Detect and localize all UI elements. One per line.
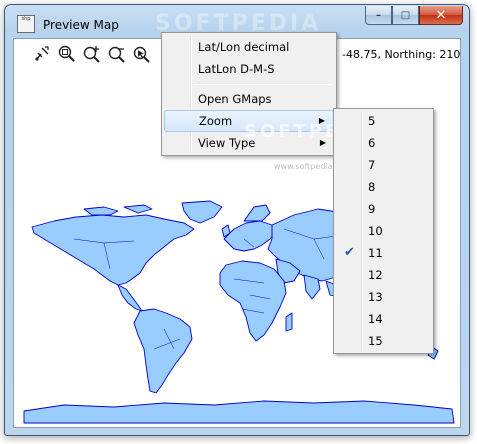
zoom-item-label: 7 (368, 158, 376, 172)
zoom-item-label: 12 (368, 268, 383, 282)
app-icon-text: shp (21, 16, 31, 22)
menu-item-label: View Type (198, 136, 256, 150)
zoom-item-label: 14 (368, 312, 383, 326)
land-north-america (31, 214, 195, 286)
land-south-america (133, 308, 193, 394)
menu-item-label: Zoom (199, 114, 233, 128)
land-arctic-islands (83, 206, 119, 216)
zoom-out-icon[interactable] (106, 43, 128, 65)
land-india (303, 274, 321, 300)
menu-item-label: Open GMaps (198, 92, 272, 106)
close-button[interactable]: ✕ (419, 6, 463, 25)
zoom-item-label: 6 (368, 136, 376, 150)
land-madagascar (285, 312, 293, 332)
close-icon: ✕ (435, 7, 447, 23)
zoom-item-label: 5 (368, 114, 376, 128)
zoom-extent-icon[interactable] (56, 43, 78, 65)
coordinate-readout: -48.75, Northing: 210.5 (342, 48, 461, 61)
zoom-item-12[interactable]: 12 (336, 264, 431, 286)
menu-item-open-gmaps[interactable]: Open GMaps (164, 88, 334, 110)
zoom-item-15[interactable]: 15 (336, 330, 431, 352)
minimize-button[interactable]: – (365, 6, 392, 25)
zoom-in-icon[interactable] (81, 43, 103, 65)
submenu-arrow-icon: ▶ (319, 138, 326, 147)
app-icon[interactable]: shp (17, 15, 35, 33)
select-icon[interactable] (131, 43, 153, 65)
zoom-item-11[interactable]: ✔ 11 (336, 242, 431, 264)
zoom-item-label: 11 (368, 246, 383, 260)
maximize-icon: □ (400, 9, 411, 21)
checkmark-icon: ✔ (344, 245, 355, 260)
zoom-item-13[interactable]: 13 (336, 286, 431, 308)
pan-icon[interactable] (31, 43, 53, 65)
zoom-item-label: 13 (368, 290, 383, 304)
land-central-america (117, 284, 143, 312)
land-africa (219, 260, 287, 342)
menu-separator (194, 84, 332, 85)
window-title: Preview Map (43, 18, 119, 32)
minimize-icon: – (376, 9, 381, 21)
menu-item-view-type[interactable]: View Type ▶ (164, 132, 334, 154)
menu-item-label: Lat/Lon decimal (198, 40, 290, 54)
land-antarctica (23, 400, 455, 424)
zoom-item-label: 8 (368, 180, 376, 194)
zoom-item-label: 9 (368, 202, 376, 216)
zoom-item-7[interactable]: 7 (336, 154, 431, 176)
zoom-item-label: 15 (368, 334, 383, 348)
zoom-item-5[interactable]: 5 (336, 110, 431, 132)
land-greenland (181, 200, 223, 224)
zoom-item-10[interactable]: 10 (336, 220, 431, 242)
zoom-item-8[interactable]: 8 (336, 176, 431, 198)
maximize-button[interactable]: □ (392, 6, 419, 25)
land-europe (223, 220, 277, 252)
zoom-item-9[interactable]: 9 (336, 198, 431, 220)
zoom-item-label: 10 (368, 224, 383, 238)
menu-item-latlon-decimal[interactable]: Lat/Lon decimal (164, 36, 334, 58)
land-scandinavia (243, 204, 271, 222)
zoom-submenu: 5 6 7 8 9 10 ✔ 11 12 13 14 15 (333, 108, 434, 354)
menu-item-label: LatLon D-M-S (198, 62, 275, 76)
context-menu: Lat/Lon decimal LatLon D-M-S Open GMaps … (161, 32, 382, 156)
zoom-item-6[interactable]: 6 (336, 132, 431, 154)
land-arctic-islands (123, 204, 153, 214)
submenu-arrow-icon: ▶ (318, 116, 325, 125)
menu-item-latlon-dms[interactable]: LatLon D-M-S (164, 58, 334, 80)
zoom-item-14[interactable]: 14 (336, 308, 431, 330)
menu-item-zoom[interactable]: Zoom ▶ (164, 110, 334, 132)
